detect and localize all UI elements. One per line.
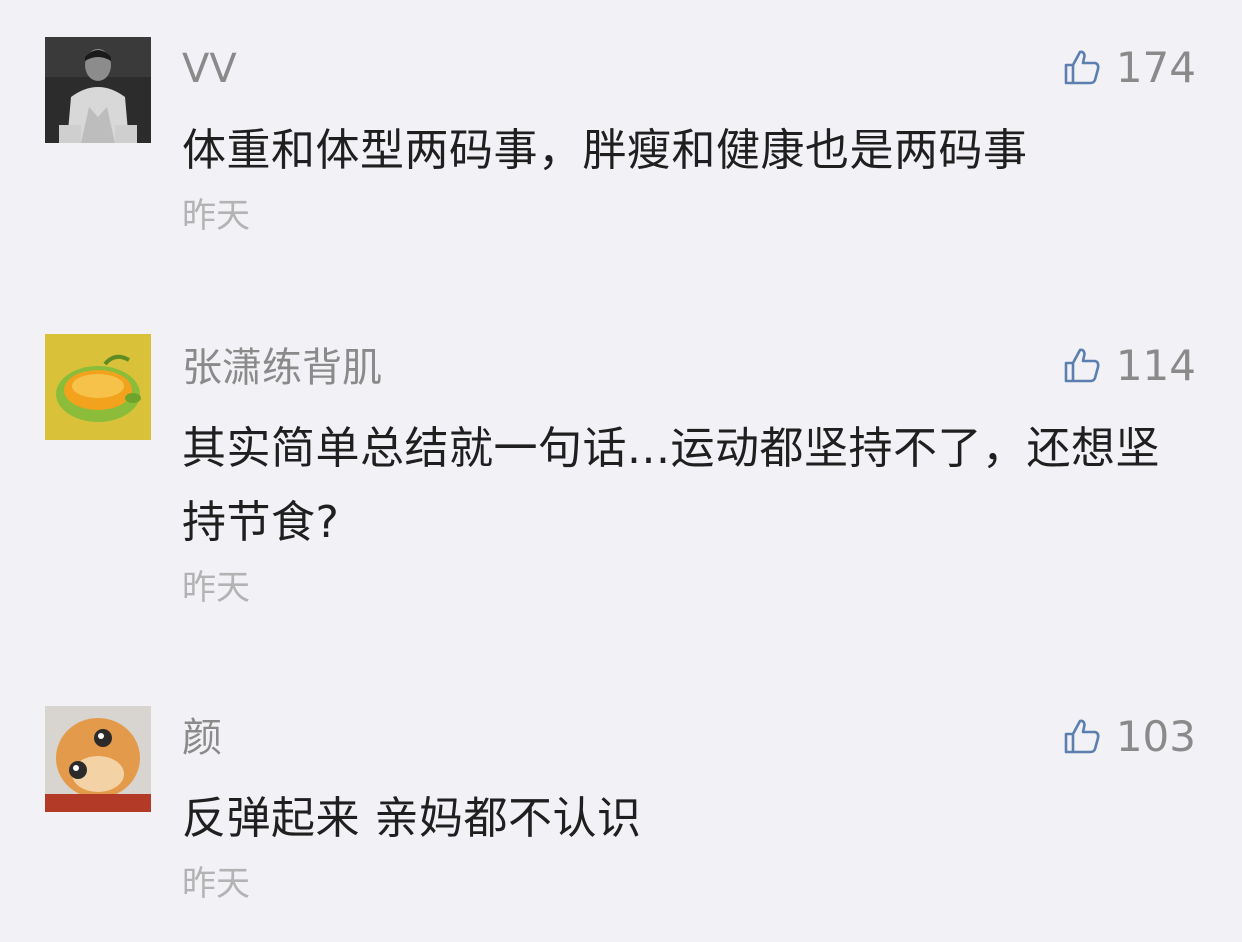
like-button[interactable]: 103 (1062, 713, 1196, 761)
avatar-photo (45, 706, 151, 812)
username[interactable]: VV (182, 45, 237, 93)
comment-time: 昨天 (182, 196, 250, 236)
avatar-photo (45, 37, 151, 143)
comment-text: 反弹起来 亲妈都不认识 (182, 793, 642, 844)
avatar-photo (45, 334, 151, 440)
username[interactable]: 张潇练背肌 (182, 344, 382, 392)
thumbs-up-icon (1064, 719, 1100, 754)
like-button[interactable]: 174 (1062, 44, 1196, 92)
comment-text: 其实简单总结就一句话...运动都坚持不了，还想坚持节食? (182, 423, 1160, 548)
like-button[interactable]: 114 (1062, 342, 1196, 390)
avatar[interactable] (45, 37, 151, 143)
username[interactable]: 颜 (182, 714, 222, 762)
avatar[interactable] (45, 706, 151, 812)
like-count: 174 (1115, 43, 1196, 92)
avatar[interactable] (45, 334, 151, 440)
thumbs-up-icon (1064, 348, 1100, 383)
comment-time: 昨天 (182, 568, 250, 608)
like-count: 103 (1115, 712, 1196, 761)
like-count: 114 (1115, 341, 1196, 390)
comment-time: 昨天 (182, 864, 250, 904)
comment-text: 体重和体型两码事，胖瘦和健康也是两码事 (182, 125, 1028, 176)
thumbs-up-icon (1064, 50, 1100, 85)
